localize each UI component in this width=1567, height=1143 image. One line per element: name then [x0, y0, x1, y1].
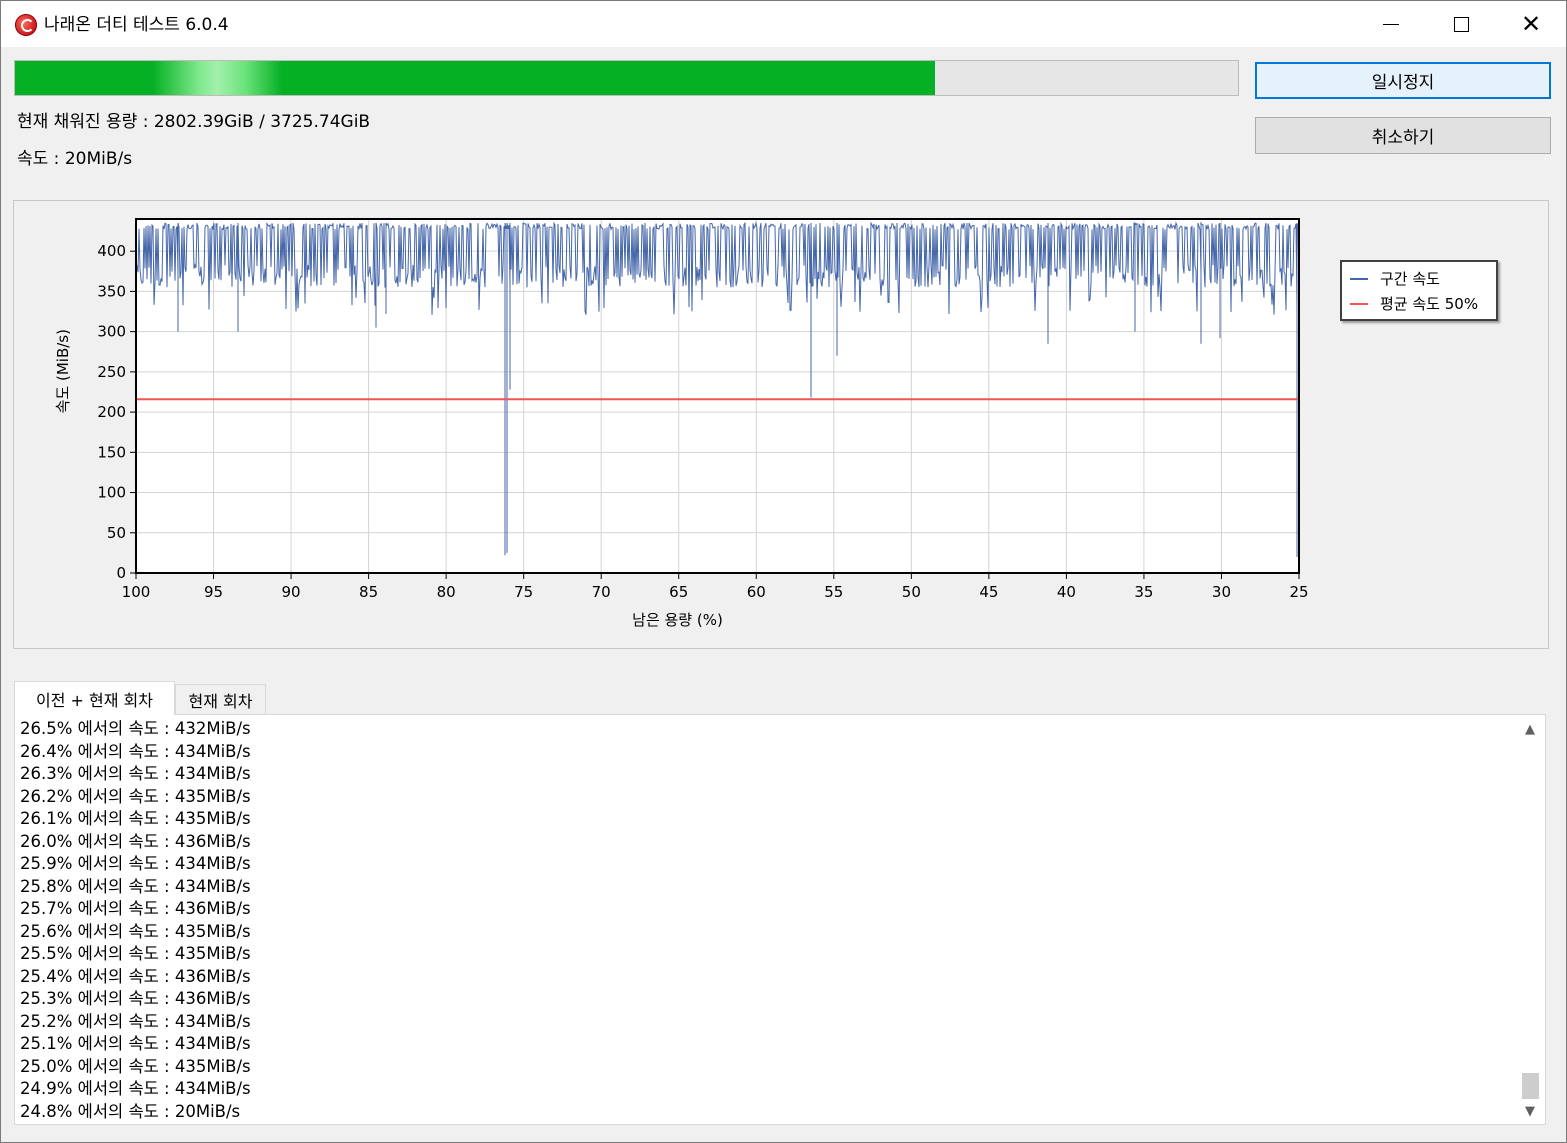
y-tick-label: 200	[97, 403, 126, 421]
legend-swatch	[1350, 302, 1368, 305]
y-tick-label: 0	[116, 564, 126, 582]
legend-swatch	[1350, 277, 1368, 280]
x-tick-label: 90	[282, 583, 301, 601]
scroll-up-icon[interactable]: ▲	[1519, 718, 1541, 740]
y-tick-label: 250	[97, 363, 126, 381]
x-tick-label: 50	[902, 583, 921, 601]
speed-log-list: 26.5% 에서의 속도 : 432MiB/s 26.4% 에서의 속도 : 43…	[14, 714, 1546, 1125]
close-icon: ✕	[1520, 10, 1542, 38]
x-axis-label: 남은 용량 (%)	[632, 611, 723, 629]
x-tick-label: 25	[1289, 583, 1308, 601]
log-entry: 25.9% 에서의 속도 : 434MiB/s	[20, 854, 251, 873]
app-window: 나래온 더티 테스트 6.0.4 ✕ 현재 채워진 용량 : 2802.39Gi…	[0, 0, 1567, 1143]
log-entry: 26.3% 에서의 속도 : 434MiB/s	[20, 764, 251, 783]
minimize-icon	[1383, 23, 1399, 25]
log-entry: 25.8% 에서의 속도 : 434MiB/s	[20, 876, 251, 896]
y-tick-label: 300	[97, 323, 126, 341]
log-entry: 25.7% 에서의 속도 : 436MiB/s	[20, 899, 251, 918]
x-tick-label: 45	[979, 583, 998, 601]
legend-label: 구간 속도	[1380, 270, 1440, 288]
y-tick-label: 100	[97, 484, 126, 502]
log-entry: 24.8% 에서의 속도 : 20MiB/s	[20, 1101, 241, 1121]
x-tick-label: 60	[747, 583, 766, 601]
log-entry: 26.1% 에서의 속도 : 435MiB/s	[20, 809, 251, 828]
log-entry: 25.1% 에서의 속도 : 434MiB/s	[20, 1034, 251, 1053]
log-entry: 26.5% 에서의 속도 : 432MiB/s	[20, 719, 251, 738]
log-entry: 25.3% 에서의 속도 : 436MiB/s	[20, 989, 251, 1008]
window-title: 나래온 더티 테스트 6.0.4	[44, 15, 229, 35]
x-tick-label: 85	[359, 583, 378, 601]
y-tick-label: 50	[107, 524, 126, 542]
current-speed-label: 속도 : 20MiB/s	[17, 149, 133, 169]
close-button[interactable]: ✕	[1496, 1, 1566, 47]
progress-bar	[14, 60, 1239, 96]
log-scrollbar[interactable]: ▲ ▼	[1519, 718, 1541, 1122]
minimize-button[interactable]	[1356, 1, 1426, 47]
x-tick-label: 80	[437, 583, 456, 601]
cancel-button[interactable]: 취소하기	[1255, 117, 1551, 154]
log-entry: 26.2% 에서의 속도 : 435MiB/s	[20, 786, 251, 806]
maximize-button[interactable]	[1426, 1, 1496, 47]
log-entry: 25.5% 에서의 속도 : 435MiB/s	[20, 944, 251, 963]
y-tick-label: 350	[97, 282, 126, 300]
x-tick-label: 70	[592, 583, 611, 601]
log-entries: 26.5% 에서의 속도 : 432MiB/s 26.4% 에서의 속도 : 43…	[20, 718, 251, 1123]
log-entry: 25.0% 에서의 속도 : 435MiB/s	[20, 1056, 251, 1076]
x-tick-label: 55	[824, 583, 843, 601]
x-tick-label: 35	[1134, 583, 1153, 601]
chart-legend: 구간 속도 평균 속도 50%	[1340, 260, 1498, 321]
x-tick-label: 30	[1212, 583, 1231, 601]
title-bar: 나래온 더티 테스트 6.0.4 ✕	[1, 1, 1566, 47]
speed-chart-canvas: 100 95 90 85 80 75 70 65 60 55 50 45 40 35 30 250501001…	[54, 218, 1309, 629]
scroll-down-icon[interactable]: ▼	[1519, 1100, 1541, 1122]
x-tick-label: 40	[1057, 583, 1076, 601]
y-tick-label: 400	[97, 242, 126, 260]
legend-item-interval-speed: 구간 속도	[1350, 268, 1440, 289]
legend-label: 평균 속도 50%	[1380, 295, 1479, 313]
log-entry: 26.4% 에서의 속도 : 434MiB/s	[20, 741, 251, 761]
log-entry: 25.4% 에서의 속도 : 436MiB/s	[20, 966, 251, 986]
y-axis-label: 속도 (MiB/s)	[54, 329, 72, 413]
tab-current-round[interactable]: 현재 회차	[175, 684, 266, 714]
legend-item-average-speed: 평균 속도 50%	[1350, 293, 1478, 314]
app-logo-icon	[15, 14, 37, 36]
x-tick-label: 65	[669, 583, 688, 601]
tab-all-rounds[interactable]: 이전 + 현재 회차	[14, 681, 175, 715]
filled-capacity-label: 현재 채워진 용량 : 2802.39GiB / 3725.74GiB	[17, 112, 371, 132]
log-entry: 25.6% 에서의 속도 : 435MiB/s	[20, 921, 251, 941]
scroll-thumb[interactable]	[1522, 1073, 1539, 1099]
y-tick-label: 150	[97, 443, 126, 461]
progress-fill	[15, 61, 935, 95]
log-entry: 25.2% 에서의 속도 : 434MiB/s	[20, 1011, 251, 1031]
x-tick-label: 100	[122, 583, 151, 601]
maximize-icon	[1453, 16, 1469, 32]
x-tick-label: 75	[514, 583, 533, 601]
log-entry: 24.9% 에서의 속도 : 434MiB/s	[20, 1079, 251, 1098]
x-tick-label: 95	[204, 583, 223, 601]
pause-button[interactable]: 일시정지	[1255, 62, 1551, 99]
log-entry: 26.0% 에서의 속도 : 436MiB/s	[20, 831, 251, 851]
speed-chart: 100 95 90 85 80 75 70 65 60 55 50 45 40 35 30 25 0 50 100 1…	[13, 200, 1549, 649]
